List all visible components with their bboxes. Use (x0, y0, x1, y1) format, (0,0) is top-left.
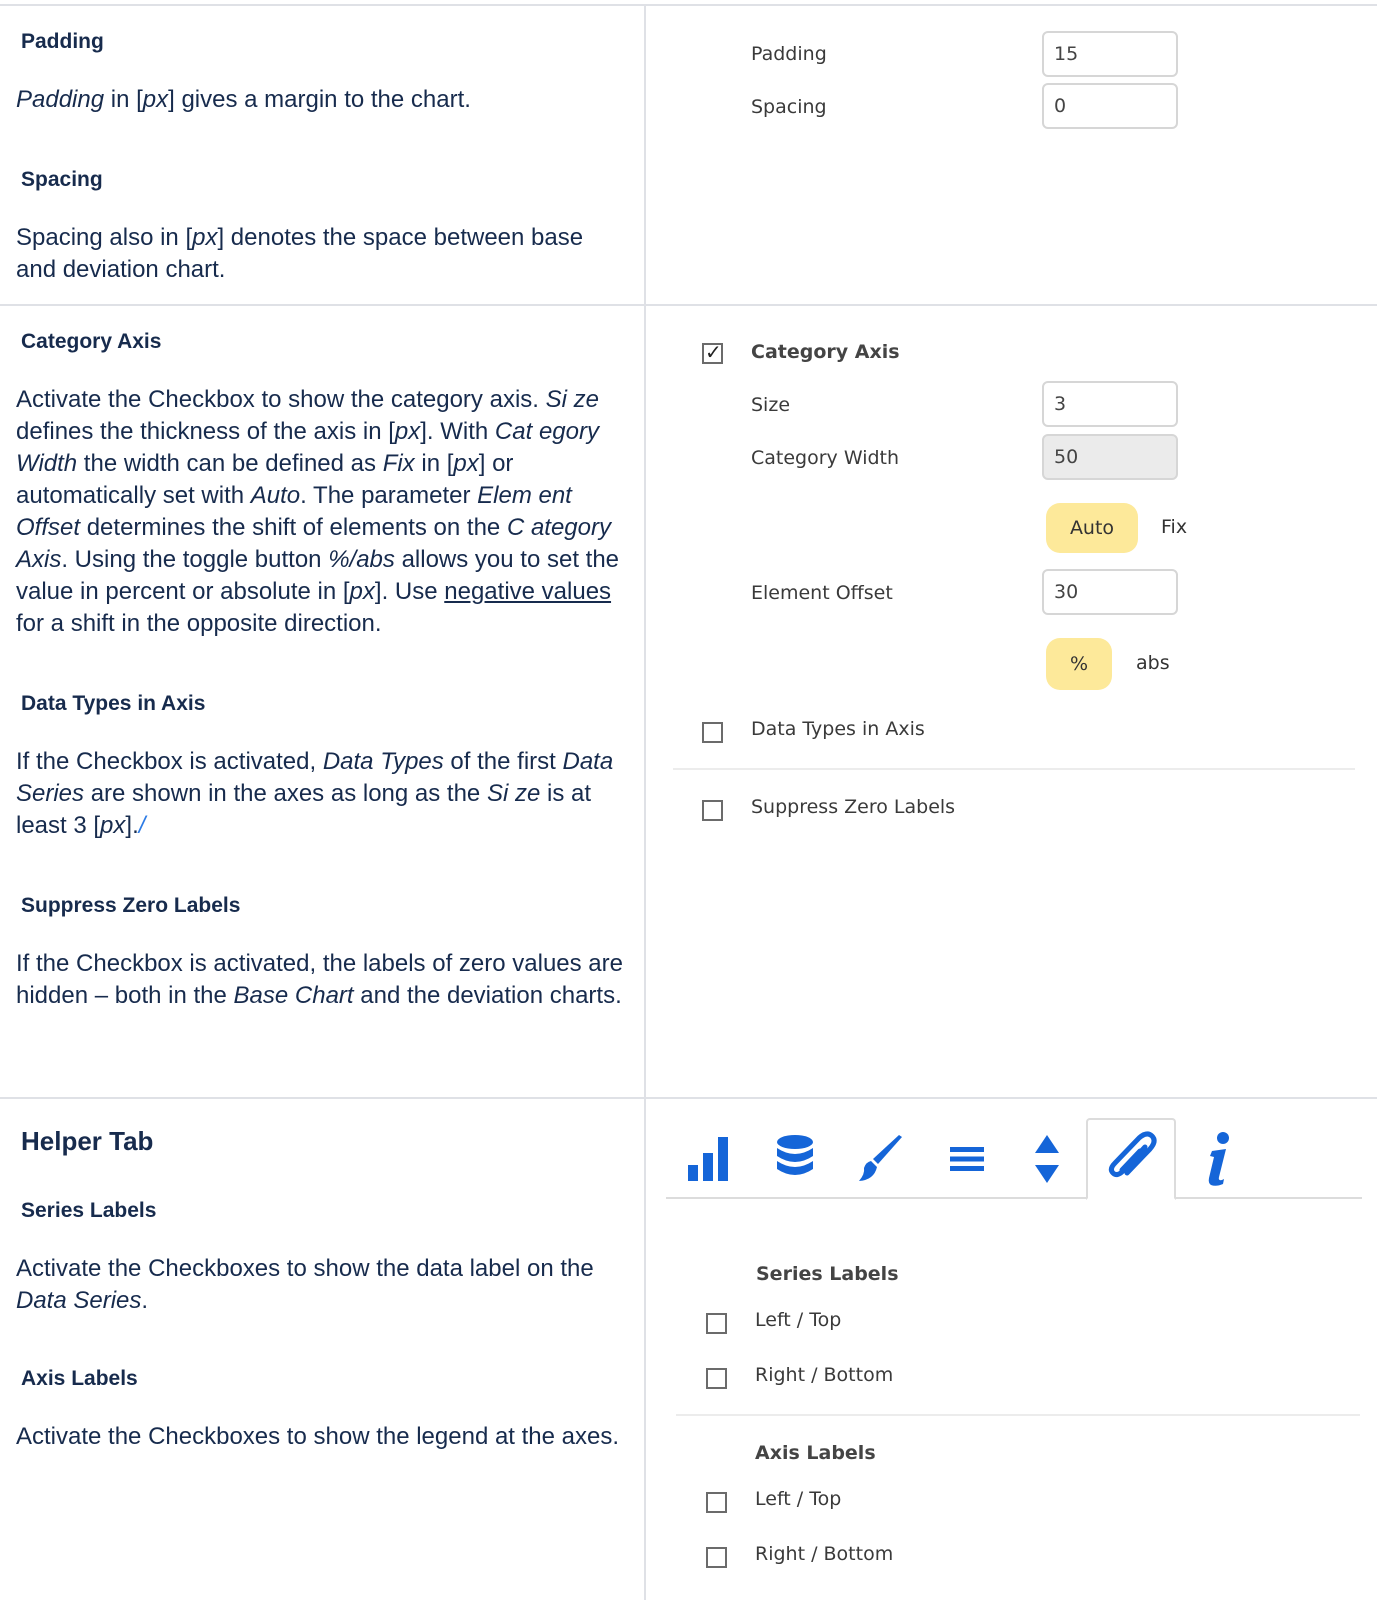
brush-icon (859, 1135, 902, 1181)
padding-heading: Padding (21, 30, 104, 53)
fix-toggle-option[interactable]: Fix (1161, 516, 1187, 538)
tab-sort[interactable] (1004, 1118, 1090, 1200)
axis-left-top-checkbox[interactable] (706, 1492, 727, 1513)
tab-info[interactable] (1176, 1118, 1262, 1200)
tab-chart[interactable] (666, 1118, 752, 1200)
percent-toggle-option[interactable]: % (1046, 638, 1112, 690)
series-right-bottom-checkbox[interactable] (706, 1368, 727, 1389)
series-labels-text: Activate the Checkboxes to show the data… (16, 1255, 594, 1314)
row-divider (0, 304, 1377, 306)
data-types-text: If the Checkbox is activated, Data Types… (16, 748, 614, 839)
suppress-zero-label: Suppress Zero Labels (751, 796, 956, 818)
spacing-heading: Spacing (21, 168, 103, 191)
axis-labels-heading: Axis Labels (21, 1367, 138, 1390)
axis-left-top-label: Left / Top (755, 1488, 842, 1510)
paperclip-icon (1108, 1131, 1157, 1178)
helper-tab-heading: Helper Tab (21, 1126, 154, 1156)
abs-toggle-option[interactable]: abs (1136, 652, 1170, 674)
axis-labels-title: Axis Labels (755, 1442, 876, 1464)
element-offset-input[interactable]: 30 (1042, 569, 1178, 615)
tab-style[interactable] (838, 1118, 924, 1200)
category-axis-label: Category Axis (751, 341, 900, 363)
database-icon (777, 1135, 813, 1175)
spacing-text: Spacing also in [px] denotes the space b… (16, 224, 584, 283)
data-types-heading: Data Types in Axis (21, 692, 206, 715)
tab-helper[interactable] (1086, 1118, 1176, 1200)
separator (673, 768, 1355, 770)
padding-label: Padding (751, 43, 827, 65)
info-icon (1208, 1132, 1229, 1186)
row-divider (0, 1097, 1377, 1099)
tab-bar (666, 1118, 1362, 1200)
tab-list[interactable] (924, 1118, 1010, 1200)
bar-chart-icon (688, 1137, 728, 1181)
padding-description-cell: Padding Padding in [px] gives a margin t… (16, 28, 636, 286)
padding-text: Padding in [px] gives a margin to the ch… (16, 86, 471, 113)
axis-right-bottom-checkbox[interactable] (706, 1547, 727, 1568)
axis-right-bottom-label: Right / Bottom (755, 1543, 894, 1565)
data-types-checkbox[interactable] (702, 722, 723, 743)
category-axis-description-cell: Category Axis Activate the Checkbox to s… (16, 328, 638, 1012)
suppress-zero-text: If the Checkbox is activated, the labels… (16, 950, 623, 1009)
separator (676, 1414, 1360, 1416)
series-labels-title: Series Labels (756, 1263, 899, 1285)
category-axis-checkbox[interactable] (702, 340, 723, 364)
tab-data[interactable] (752, 1118, 838, 1200)
size-label: Size (751, 394, 791, 416)
series-right-bottom-label: Right / Bottom (755, 1364, 894, 1386)
data-types-label: Data Types in Axis (751, 718, 925, 740)
element-offset-label: Element Offset (751, 582, 893, 604)
category-width-label: Category Width (751, 447, 900, 469)
size-input[interactable]: 3 (1042, 381, 1178, 427)
axis-labels-text: Activate the Checkboxes to show the lege… (16, 1423, 620, 1450)
category-width-input[interactable]: 50 (1042, 434, 1178, 480)
category-axis-text: Activate the Checkbox to show the catego… (16, 386, 620, 637)
padding-input[interactable]: 15 (1042, 31, 1178, 77)
suppress-zero-checkbox[interactable] (702, 800, 723, 821)
series-labels-heading: Series Labels (21, 1199, 157, 1222)
series-left-top-label: Left / Top (755, 1309, 842, 1331)
spacing-label: Spacing (751, 96, 827, 118)
list-icon (950, 1147, 984, 1171)
category-axis-heading: Category Axis (21, 330, 162, 353)
series-left-top-checkbox[interactable] (706, 1313, 727, 1334)
suppress-zero-heading: Suppress Zero Labels (21, 894, 241, 917)
helper-tab-description-cell: Helper Tab Series Labels Activate the Ch… (16, 1125, 636, 1453)
auto-toggle-option[interactable]: Auto (1046, 503, 1138, 553)
row-divider (0, 4, 1377, 6)
sort-icon (1035, 1135, 1059, 1183)
column-divider (644, 4, 646, 1600)
link-marker[interactable]: / (139, 812, 146, 839)
spacing-input[interactable]: 0 (1042, 83, 1178, 129)
